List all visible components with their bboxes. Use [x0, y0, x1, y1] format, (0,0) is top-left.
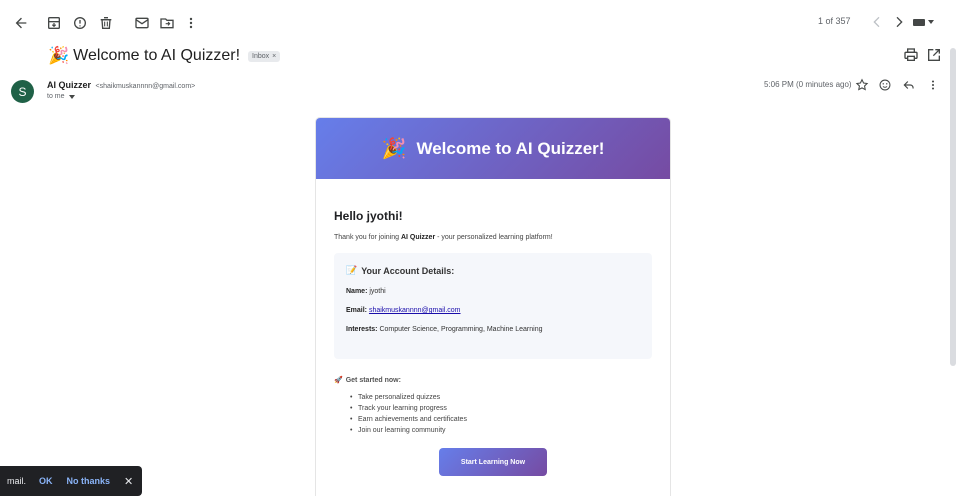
account-details-title: 📝 Your Account Details: — [346, 265, 644, 276]
party-popper-icon: 🎉 — [48, 46, 70, 65]
memo-icon: 📝 — [346, 265, 358, 275]
name-value: jyothi — [369, 288, 386, 295]
card-header-title: Welcome to AI Quizzer! — [416, 138, 605, 158]
greeting: Hello jyothi! — [334, 209, 403, 223]
thanks-suffix: - your personalized learning platform! — [435, 234, 553, 241]
message-more-icon[interactable] — [926, 78, 940, 92]
snackbar-no-thanks-button[interactable]: No thanks — [67, 476, 111, 486]
move-to-icon[interactable] — [158, 14, 176, 32]
interests-label: Interests: — [346, 326, 378, 333]
star-icon[interactable] — [855, 78, 869, 92]
chip-close-icon[interactable]: × — [272, 53, 276, 60]
email-timestamp: 5:06 PM (0 minutes ago) — [764, 80, 852, 89]
subject-text: Welcome to AI Quizzer! — [73, 47, 241, 64]
subject-line: 🎉 Welcome to AI Quizzer! Inbox × — [48, 45, 281, 67]
snackbar: mail. OK No thanks ✕ — [0, 466, 142, 496]
name-label: Name: — [346, 288, 368, 295]
thanks-brand: AI Quizzer — [400, 234, 436, 241]
snackbar-ok-button[interactable]: OK — [39, 476, 53, 486]
list-item: Take personalized quizzes — [350, 392, 652, 403]
input-tools-icon[interactable] — [913, 16, 937, 28]
archive-icon[interactable] — [45, 14, 63, 32]
interests-value: Computer Science, Programming, Machine L… — [379, 326, 543, 333]
chevron-down-icon — [68, 94, 75, 99]
get-started-heading: 🚀 Get started now: — [334, 376, 652, 385]
chevron-left-icon[interactable] — [869, 14, 885, 30]
close-icon[interactable]: ✕ — [124, 475, 133, 488]
get-started-text: Get started now: — [345, 376, 401, 384]
snackbar-message: mail. — [7, 476, 27, 486]
arrow-back-icon[interactable] — [12, 14, 30, 32]
get-started-list: Take personalized quizzes Track your lea… — [334, 392, 652, 436]
more-vert-icon[interactable] — [182, 14, 200, 32]
list-item: Earn achievements and certificates — [350, 414, 652, 425]
sender-line: AI Quizzer <shaikmuskannnn@gmail.com> — [47, 80, 195, 90]
sender-avatar[interactable]: S — [11, 80, 34, 103]
list-item: Join our learning community — [350, 425, 652, 436]
trash-icon[interactable] — [97, 14, 115, 32]
sender-email: <shaikmuskannnn@gmail.com> — [95, 83, 196, 90]
card-header: 🎉 Welcome to AI Quizzer! — [316, 118, 670, 179]
message-counter: 1 of 357 — [818, 16, 851, 26]
email-label: Email: — [346, 307, 368, 314]
detail-email-row: Email: shaikmuskannnn@gmail.com — [346, 307, 644, 314]
emoji-icon[interactable] — [878, 78, 892, 92]
account-details-box: 📝 Your Account Details: Name: jyothi Ema… — [334, 253, 652, 359]
thanks-prefix: Thank you for joining — [334, 234, 401, 241]
party-popper-icon: 🎉 — [381, 138, 407, 160]
rocket-icon: 🚀 — [334, 377, 343, 384]
start-learning-button[interactable]: Start Learning Now — [439, 448, 547, 476]
print-icon[interactable] — [903, 47, 919, 63]
message-toolbar: 1 of 357 — [0, 0, 958, 44]
email-link[interactable]: shaikmuskannnn@gmail.com — [369, 307, 461, 314]
inbox-label-text: Inbox — [252, 52, 270, 60]
reply-icon[interactable] — [902, 78, 916, 92]
mark-unread-icon[interactable] — [133, 14, 151, 32]
card-body: Hello jyothi! Thank you for joining AI Q… — [316, 209, 670, 476]
report-spam-icon[interactable] — [71, 14, 89, 32]
sender-name[interactable]: AI Quizzer — [47, 80, 91, 90]
open-in-new-icon[interactable] — [926, 47, 942, 63]
scrollbar-thumb[interactable] — [950, 48, 956, 366]
detail-name-row: Name: jyothi — [346, 288, 644, 295]
thanks-text: Thank you for joining AI Quizzer - your … — [334, 234, 652, 241]
to-me-label: to me — [47, 93, 65, 100]
detail-interests-row: Interests: Computer Science, Programming… — [346, 326, 644, 333]
recipient-toggle[interactable]: to me — [47, 93, 75, 100]
list-item: Track your learning progress — [350, 403, 652, 414]
chevron-right-icon[interactable] — [891, 14, 907, 30]
email-body-card: 🎉 Welcome to AI Quizzer! Hello jyothi! T… — [315, 117, 671, 496]
details-title-text: Your Account Details: — [361, 265, 455, 276]
inbox-label-chip[interactable]: Inbox × — [248, 50, 281, 62]
